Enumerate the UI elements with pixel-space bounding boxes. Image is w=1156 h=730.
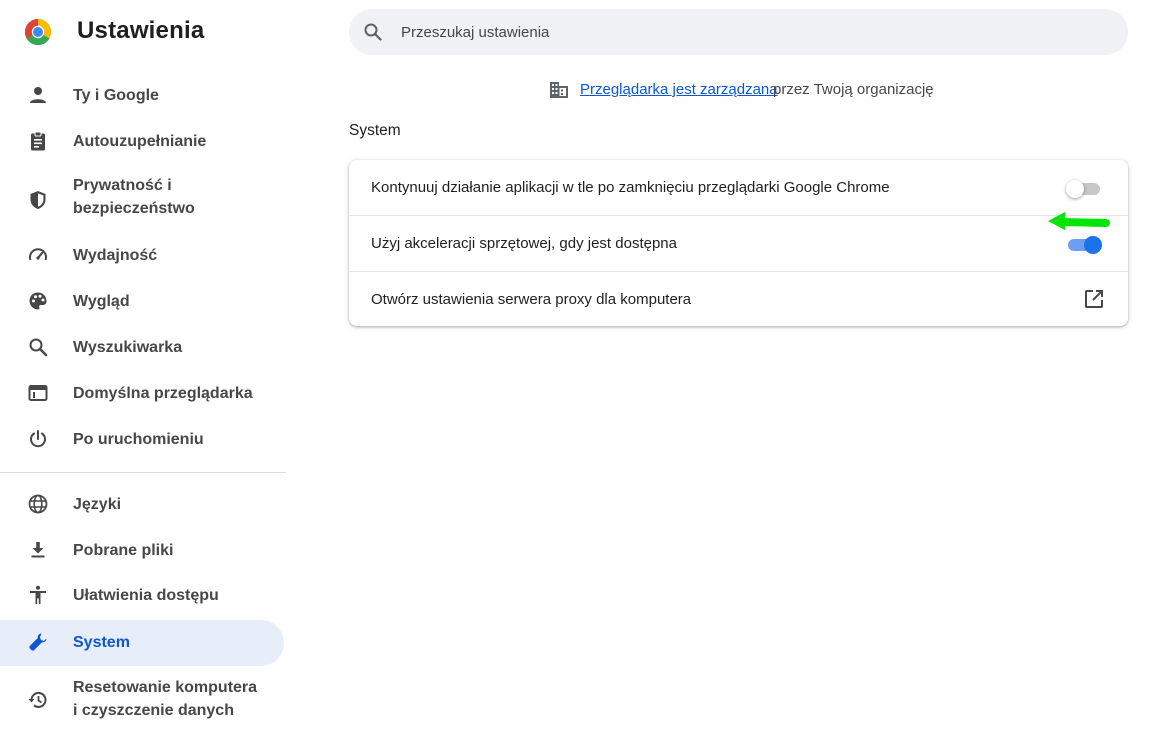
person-icon (27, 84, 49, 106)
background-apps-toggle[interactable] (1066, 179, 1102, 199)
download-icon (27, 539, 49, 561)
sidebar-item-label-line2: bezpieczeństwo (73, 200, 195, 217)
setting-label: Kontynuuj działanie aplikacji w tle po z… (371, 179, 890, 196)
sidebar-item-label: Resetowanie komputera (73, 679, 258, 696)
sidebar-item-downloads[interactable]: Pobrane pliki (0, 527, 284, 573)
sidebar-item-label: Wyszukiwarka (73, 339, 183, 356)
external-link-icon[interactable] (1082, 287, 1106, 311)
power-icon (27, 428, 49, 450)
sidebar-item-label: Języki (73, 496, 122, 513)
sidebar-item-default-browser[interactable]: Domyślna przeglądarka (0, 370, 284, 416)
building-icon (549, 80, 569, 100)
sidebar-item-label: System (73, 634, 130, 651)
sidebar-item-label: Domyślna przeglądarka (73, 385, 253, 402)
setting-row-hardware-acceleration[interactable]: Użyj akceleracji sprzętowej, gdy jest do… (349, 215, 1128, 271)
section-title: System (349, 122, 401, 139)
sidebar-item-system[interactable]: System (0, 620, 284, 666)
chrome-logo-icon (24, 18, 52, 46)
sidebar-divider (0, 472, 286, 473)
shield-icon (27, 189, 49, 211)
setting-label: Użyj akceleracji sprzętowej, gdy jest do… (371, 235, 677, 252)
toggle-knob (1084, 236, 1102, 254)
accessibility-icon (27, 584, 49, 606)
setting-label: Otwórz ustawienia serwera proxy dla komp… (371, 291, 692, 308)
sidebar-item-accessibility[interactable]: Ułatwienia dostępu (0, 572, 284, 618)
system-settings-card: Kontynuuj działanie aplikacji w tle po z… (349, 160, 1128, 326)
managed-browser-link[interactable]: Przeglądarka jest zarządzana (580, 81, 778, 98)
sidebar-item-appearance[interactable]: Wygląd (0, 278, 284, 324)
toggle-knob (1066, 180, 1084, 198)
annotation-arrow-icon (1045, 209, 1111, 235)
sidebar-item-label: Ty i Google (73, 87, 159, 104)
sidebar-item-label: Autouzupełnianie (73, 133, 207, 150)
search-icon (27, 336, 49, 358)
managed-browser-text: przez Twoją organizację (773, 81, 934, 98)
sidebar-item-privacy-security[interactable]: Prywatność i bezpieczeństwo (0, 171, 284, 227)
sidebar-item-on-startup[interactable]: Po uruchomieniu (0, 416, 284, 462)
palette-icon (27, 290, 49, 312)
sidebar-item-you-and-google[interactable]: Ty i Google (0, 72, 284, 118)
setting-row-background-apps[interactable]: Kontynuuj działanie aplikacji w tle po z… (349, 160, 1128, 216)
setting-row-proxy-settings[interactable]: Otwórz ustawienia serwera proxy dla komp… (349, 271, 1128, 327)
hardware-acceleration-toggle[interactable] (1066, 235, 1102, 255)
sidebar-item-label: Wydajność (73, 247, 158, 264)
restore-icon (27, 689, 49, 711)
sidebar-item-label: Pobrane pliki (73, 542, 174, 559)
sidebar-item-label: Wygląd (73, 293, 130, 310)
sidebar-item-label: Prywatność i (73, 177, 172, 194)
search-input[interactable] (401, 9, 1101, 55)
search-bar[interactable] (349, 9, 1128, 55)
sidebar-item-label-line2: i czyszczenie danych (73, 702, 234, 719)
sidebar-item-autofill[interactable]: Autouzupełnianie (0, 118, 284, 164)
search-icon (363, 22, 383, 42)
page-title: Ustawienia (77, 17, 205, 44)
sidebar-item-label: Ułatwienia dostępu (73, 587, 219, 604)
sidebar-item-search-engine[interactable]: Wyszukiwarka (0, 324, 284, 370)
sidebar-item-performance[interactable]: Wydajność (0, 232, 284, 278)
browser-window-icon (27, 382, 49, 404)
sidebar-item-languages[interactable]: Języki (0, 481, 284, 527)
clipboard-icon (27, 130, 49, 152)
speedometer-icon (27, 244, 49, 266)
sidebar-item-label: Po uruchomieniu (73, 431, 204, 448)
sidebar-item-reset-cleanup[interactable]: Resetowanie komputera i czyszczenie dany… (0, 672, 284, 728)
globe-icon (27, 493, 49, 515)
wrench-icon (27, 631, 49, 653)
